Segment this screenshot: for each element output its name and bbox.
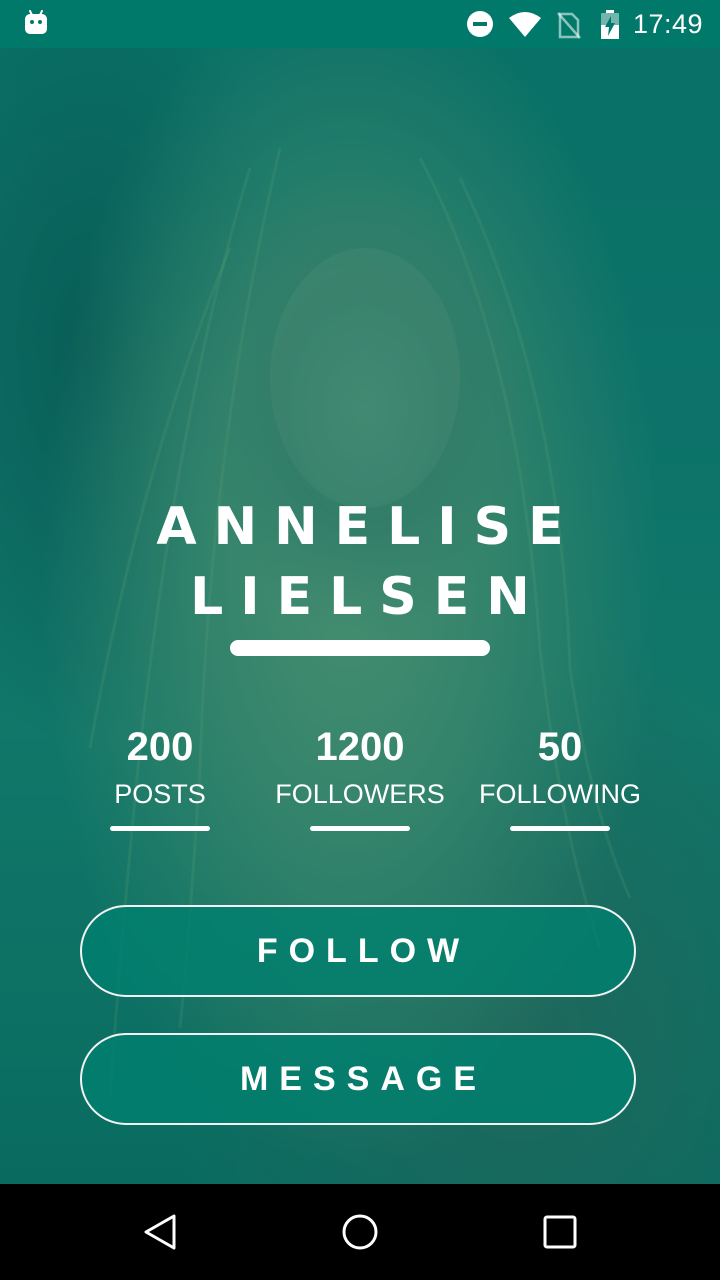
message-button[interactable]: MESSAGE [80,1033,636,1125]
follow-button[interactable]: FOLLOW [80,905,636,997]
followers-label: FOLLOWERS [275,779,445,809]
back-icon[interactable] [140,1212,180,1257]
profile-last-name: LIELSEN [190,567,547,627]
profile-name: ANNELISE LIELSEN [0,492,720,632]
dnd-icon [466,10,494,43]
followers-underline [310,826,410,831]
wifi-icon [508,12,542,43]
battery-charging-icon [600,10,620,45]
navigation-bar [0,1184,720,1280]
stat-followers[interactable]: 1200 FOLLOWERS [260,722,460,831]
android-icon [24,10,48,41]
following-underline [510,826,610,831]
posts-underline [110,826,210,831]
following-label: FOLLOWING [478,779,641,809]
no-sim-icon [556,11,582,44]
name-underline-divider [230,640,490,656]
posts-label: POSTS [114,779,206,809]
posts-count: 200 [126,725,194,769]
recents-icon[interactable] [540,1212,580,1257]
profile-first-name: ANNELISE [156,497,581,557]
stat-following[interactable]: 50 FOLLOWING [460,722,660,831]
followers-count: 1200 [315,725,405,769]
status-bar: 17:49 [0,0,720,48]
stat-posts[interactable]: 200 POSTS [60,722,260,831]
home-icon[interactable] [340,1212,380,1257]
clock: 17:49 [633,9,704,39]
following-count: 50 [537,725,583,769]
